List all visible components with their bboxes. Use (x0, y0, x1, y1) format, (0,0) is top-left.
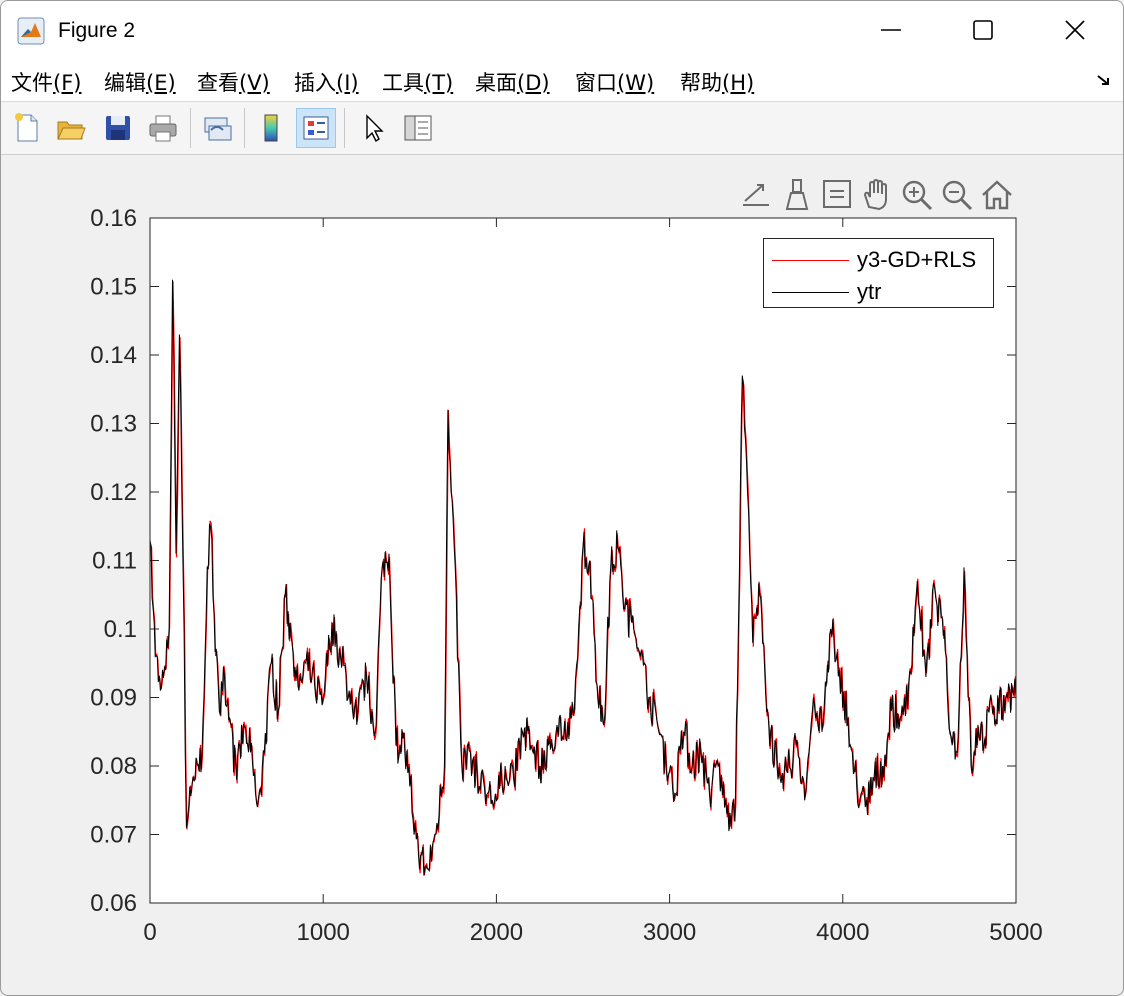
legend-label: y3-GD+RLS (857, 247, 977, 272)
x-tick-label: 3000 (643, 919, 696, 946)
y-tick-label: 0.11 (92, 548, 137, 575)
legend-entry: ytr (764, 277, 993, 309)
figure-window: Figure 2 文件(F) 编辑(E) 查看(V) 插入(I) 工具(T) 桌… (0, 0, 1124, 996)
legend-label: ytr (857, 279, 882, 304)
legend-entry: y3-GD+RLS (764, 245, 993, 277)
x-tick-label: 5000 (989, 919, 1042, 946)
y-tick-label: 0.14 (90, 342, 137, 369)
y-tick-label: 0.12 (90, 479, 137, 506)
y-tick-label: 0.09 (90, 685, 137, 712)
legend-line-black (772, 292, 849, 293)
chart-canvas: 0 1000 2000 3000 4000 5000 0.06 0.07 0.08 0.09 0.1… (90, 205, 1042, 946)
legend-line-red (772, 260, 849, 261)
x-tick-label: 2000 (470, 919, 523, 946)
y-tick-label: 0.13 (90, 411, 137, 438)
x-tick-label: 4000 (816, 919, 869, 946)
y-tick-label: 0.07 (90, 822, 137, 849)
y-tick-label: 0.1 (104, 616, 137, 643)
x-tick-label: 0 (143, 919, 156, 946)
y-tick-label: 0.16 (90, 205, 137, 232)
y-tick-label: 0.08 (90, 753, 137, 780)
y-tick-label: 0.15 (90, 274, 137, 301)
legend[interactable]: y3-GD+RLS ytr (763, 238, 994, 308)
axes-background (150, 218, 1016, 903)
x-tick-label: 1000 (297, 919, 350, 946)
y-tick-label: 0.06 (90, 890, 137, 917)
